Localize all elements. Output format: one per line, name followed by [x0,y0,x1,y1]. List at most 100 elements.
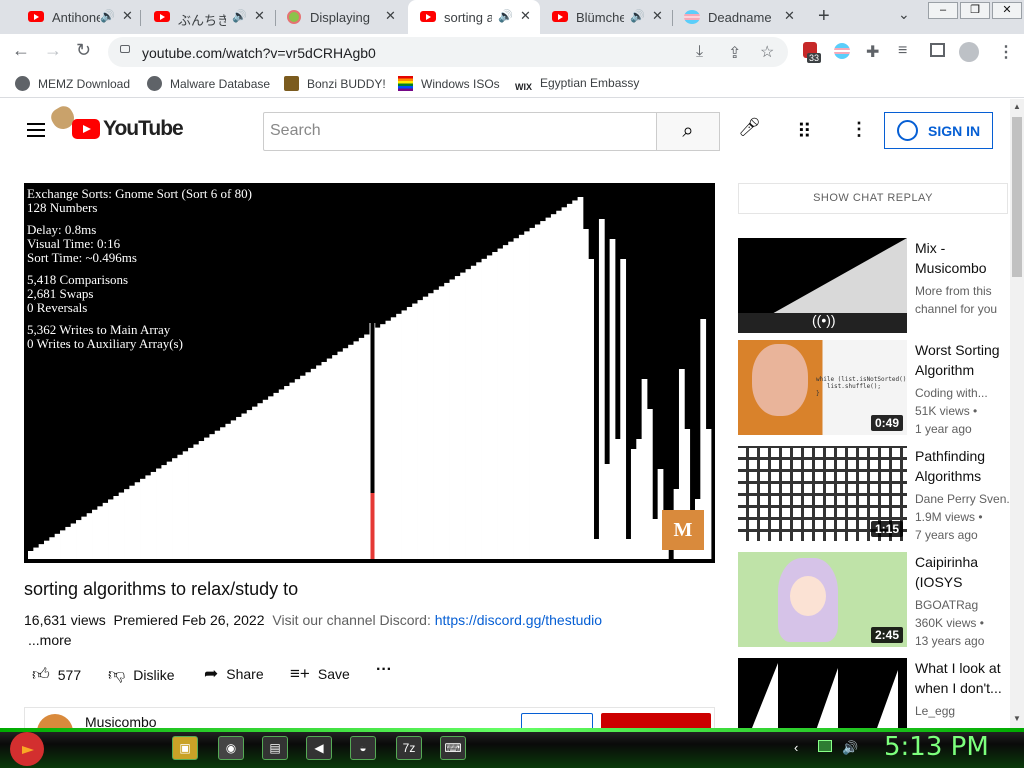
more-actions-icon[interactable]: ··· [376,661,392,679]
bookmark-star-icon[interactable]: ☆ [760,42,774,62]
tab-displaying[interactable]: Displaying C ✕ [277,0,405,34]
taskbar-clock[interactable]: 5:13 PM [884,732,989,762]
forward-arrow-icon[interactable]: → [44,40,62,61]
close-tab-icon[interactable]: ✕ [520,8,531,24]
video-player[interactable]: Exchange Sorts: Gnome Sort (Sort 6 of 80… [24,183,715,563]
video-thumbnail[interactable] [738,658,907,728]
scroll-down-icon[interactable]: ▼ [1013,714,1021,723]
subscribe-button[interactable] [601,713,711,728]
volume-app-icon[interactable]: ◀ [306,736,332,760]
tab-label: Blümche [576,10,624,25]
video-thumbnail[interactable]: 1:15 [738,446,907,541]
youtube-wordmark[interactable]: YouTube [103,117,184,141]
bookmark-memz[interactable]: MEMZ Download [15,76,130,91]
video-info: 16,631 views Premiered Feb 26, 2022 Visi… [24,612,602,628]
more-description-button[interactable]: ...more [28,632,72,648]
extension-badge: 33 [807,53,822,63]
bookmark-bonzi-buddy[interactable]: Bonzi BUDDY! [284,76,386,91]
media-control-icon[interactable]: ≡ [898,42,907,60]
hamburger-menu-icon[interactable] [27,123,45,137]
close-window-icon[interactable]: ✕ [992,2,1022,19]
bookmark-malware-database[interactable]: Malware Database [147,76,270,91]
tab-bunchiki[interactable]: ぶんちき 🔊 ✕ [142,0,272,34]
close-tab-icon[interactable]: ✕ [122,8,133,24]
join-button[interactable] [521,713,593,728]
tray-expand-icon[interactable]: ‹ [794,740,798,755]
share-button[interactable]: ➦ Share [204,664,264,684]
visual-time-text: Visual Time: 0:16 [27,236,121,251]
close-tab-icon[interactable]: ✕ [784,8,795,24]
tab-search-chevron-icon[interactable]: ⌄ [898,6,910,23]
chrome-menu-icon[interactable]: ⋮ [998,42,1014,62]
settings-menu-icon[interactable]: ⋮ [850,119,868,140]
new-tab-button[interactable]: + [818,5,830,28]
extensions-puzzle-icon[interactable]: ✚ [866,42,879,62]
close-tab-icon[interactable]: ✕ [385,8,396,24]
recommendation-item[interactable]: What I look at when I don't... Le_egg [738,658,1010,728]
tab-sorting-active[interactable]: sorting a 🔊 ✕ [408,0,540,34]
like-button[interactable]: 👍︎ 577 [32,664,81,685]
video-thumbnail[interactable]: 2:45 [738,552,907,647]
minimize-icon[interactable]: – [928,2,958,19]
search-button[interactable]: ⌕ [656,112,720,151]
video-thumbnail[interactable]: while (list.isNotSorted()){ list.shuffle… [738,340,907,435]
youtube-header: YouTube Search ⌕ 🎤︎ ⠿ ⋮ SIGN IN [0,99,1010,161]
keyboard-icon[interactable]: ⌨ [440,736,466,760]
recommendation-item[interactable]: while (list.isNotSorted()){ list.shuffle… [738,340,1010,436]
recommendation-item[interactable]: 1:15 Pathfinding Algorithms Dane Perry S… [738,446,1010,542]
start-button[interactable] [6,730,46,768]
video-thumbnail[interactable]: ((•)) [738,238,907,333]
sort-bar [609,239,616,559]
bookmark-windows-isos[interactable]: Windows ISOs [398,76,500,91]
speaker-icon[interactable]: 🔊 [630,9,645,23]
channel-row: Musicombo [24,707,715,728]
install-app-icon[interactable]: ⤓ [696,43,703,61]
maximize-icon[interactable]: ❐ [960,2,990,19]
channel-avatar[interactable] [37,714,73,728]
media-player-icon[interactable]: ▤ [262,736,288,760]
speaker-icon[interactable]: 🔊 [232,9,247,23]
recommendation-item[interactable]: 2:45 Caipirinha (IOSYS Remix) BGOATRag 3… [738,552,1010,648]
save-button[interactable]: ≡+ Save [290,664,350,684]
back-arrow-icon[interactable]: ← [12,40,30,61]
search-icon: ⌕ [682,120,694,142]
search-input[interactable]: Search [263,112,657,151]
share-page-icon[interactable]: ⇪ [728,43,741,63]
recommendation-item[interactable]: ((•)) Mix - Musicombo More from this cha… [738,238,1010,334]
apps-grid-icon[interactable]: ⠿ [797,119,812,144]
7zip-icon[interactable]: 7z [396,736,422,760]
sort-bar [476,262,482,559]
youtube-logo-icon[interactable] [72,119,100,139]
channel-watermark[interactable]: M [662,510,704,550]
show-chat-replay-button[interactable]: SHOW CHAT REPLAY [738,183,1008,214]
speaker-icon[interactable]: 🔊 [498,9,513,23]
tab-antihone[interactable]: Antihone 🔊 ✕ [8,0,136,34]
battery-tray-icon[interactable] [818,740,832,752]
file-explorer-icon[interactable]: ▣ [172,736,198,760]
scroll-up-icon[interactable]: ▲ [1013,102,1021,111]
reload-icon[interactable]: ↻ [76,40,91,61]
microphone-icon[interactable]: 🎤︎ [738,117,761,138]
channel-name[interactable]: Musicombo [85,714,157,728]
close-tab-icon[interactable]: ✕ [652,8,663,24]
volume-tray-icon[interactable]: 🔊 [842,740,858,756]
speaker-icon[interactable]: 🔊 [100,9,115,23]
address-bar[interactable]: youtube.com/watch?v=vr5dCRHAgb0 ⤓ ⇪ ☆ [108,37,788,67]
network-app-icon[interactable]: ◒ [350,736,376,760]
dislike-button[interactable]: 👎︎ Dislike [108,664,175,685]
tab-deadname[interactable]: Deadname R ✕ [674,0,804,34]
chrome-taskbar-icon[interactable]: ◉ [218,736,244,760]
discord-link[interactable]: https://discord.gg/thestudio [435,612,602,628]
scrollbar-thumb[interactable] [1012,117,1022,277]
sort-bar [652,519,659,559]
sort-bar [396,313,402,559]
tab-bluemchen[interactable]: Blümche 🔊 ✕ [542,0,670,34]
bookmark-egyptian-embassy[interactable]: WIX Egyptian Embassy [515,76,639,92]
close-tab-icon[interactable]: ✕ [254,8,265,24]
sort-bar [172,458,178,559]
profile-avatar-icon[interactable] [959,42,979,62]
side-panel-icon[interactable] [930,43,945,57]
trans-extension-icon[interactable] [834,43,850,59]
sign-in-button[interactable]: SIGN IN [884,112,993,149]
page-scrollbar[interactable]: ▲ ▼ [1010,99,1024,728]
